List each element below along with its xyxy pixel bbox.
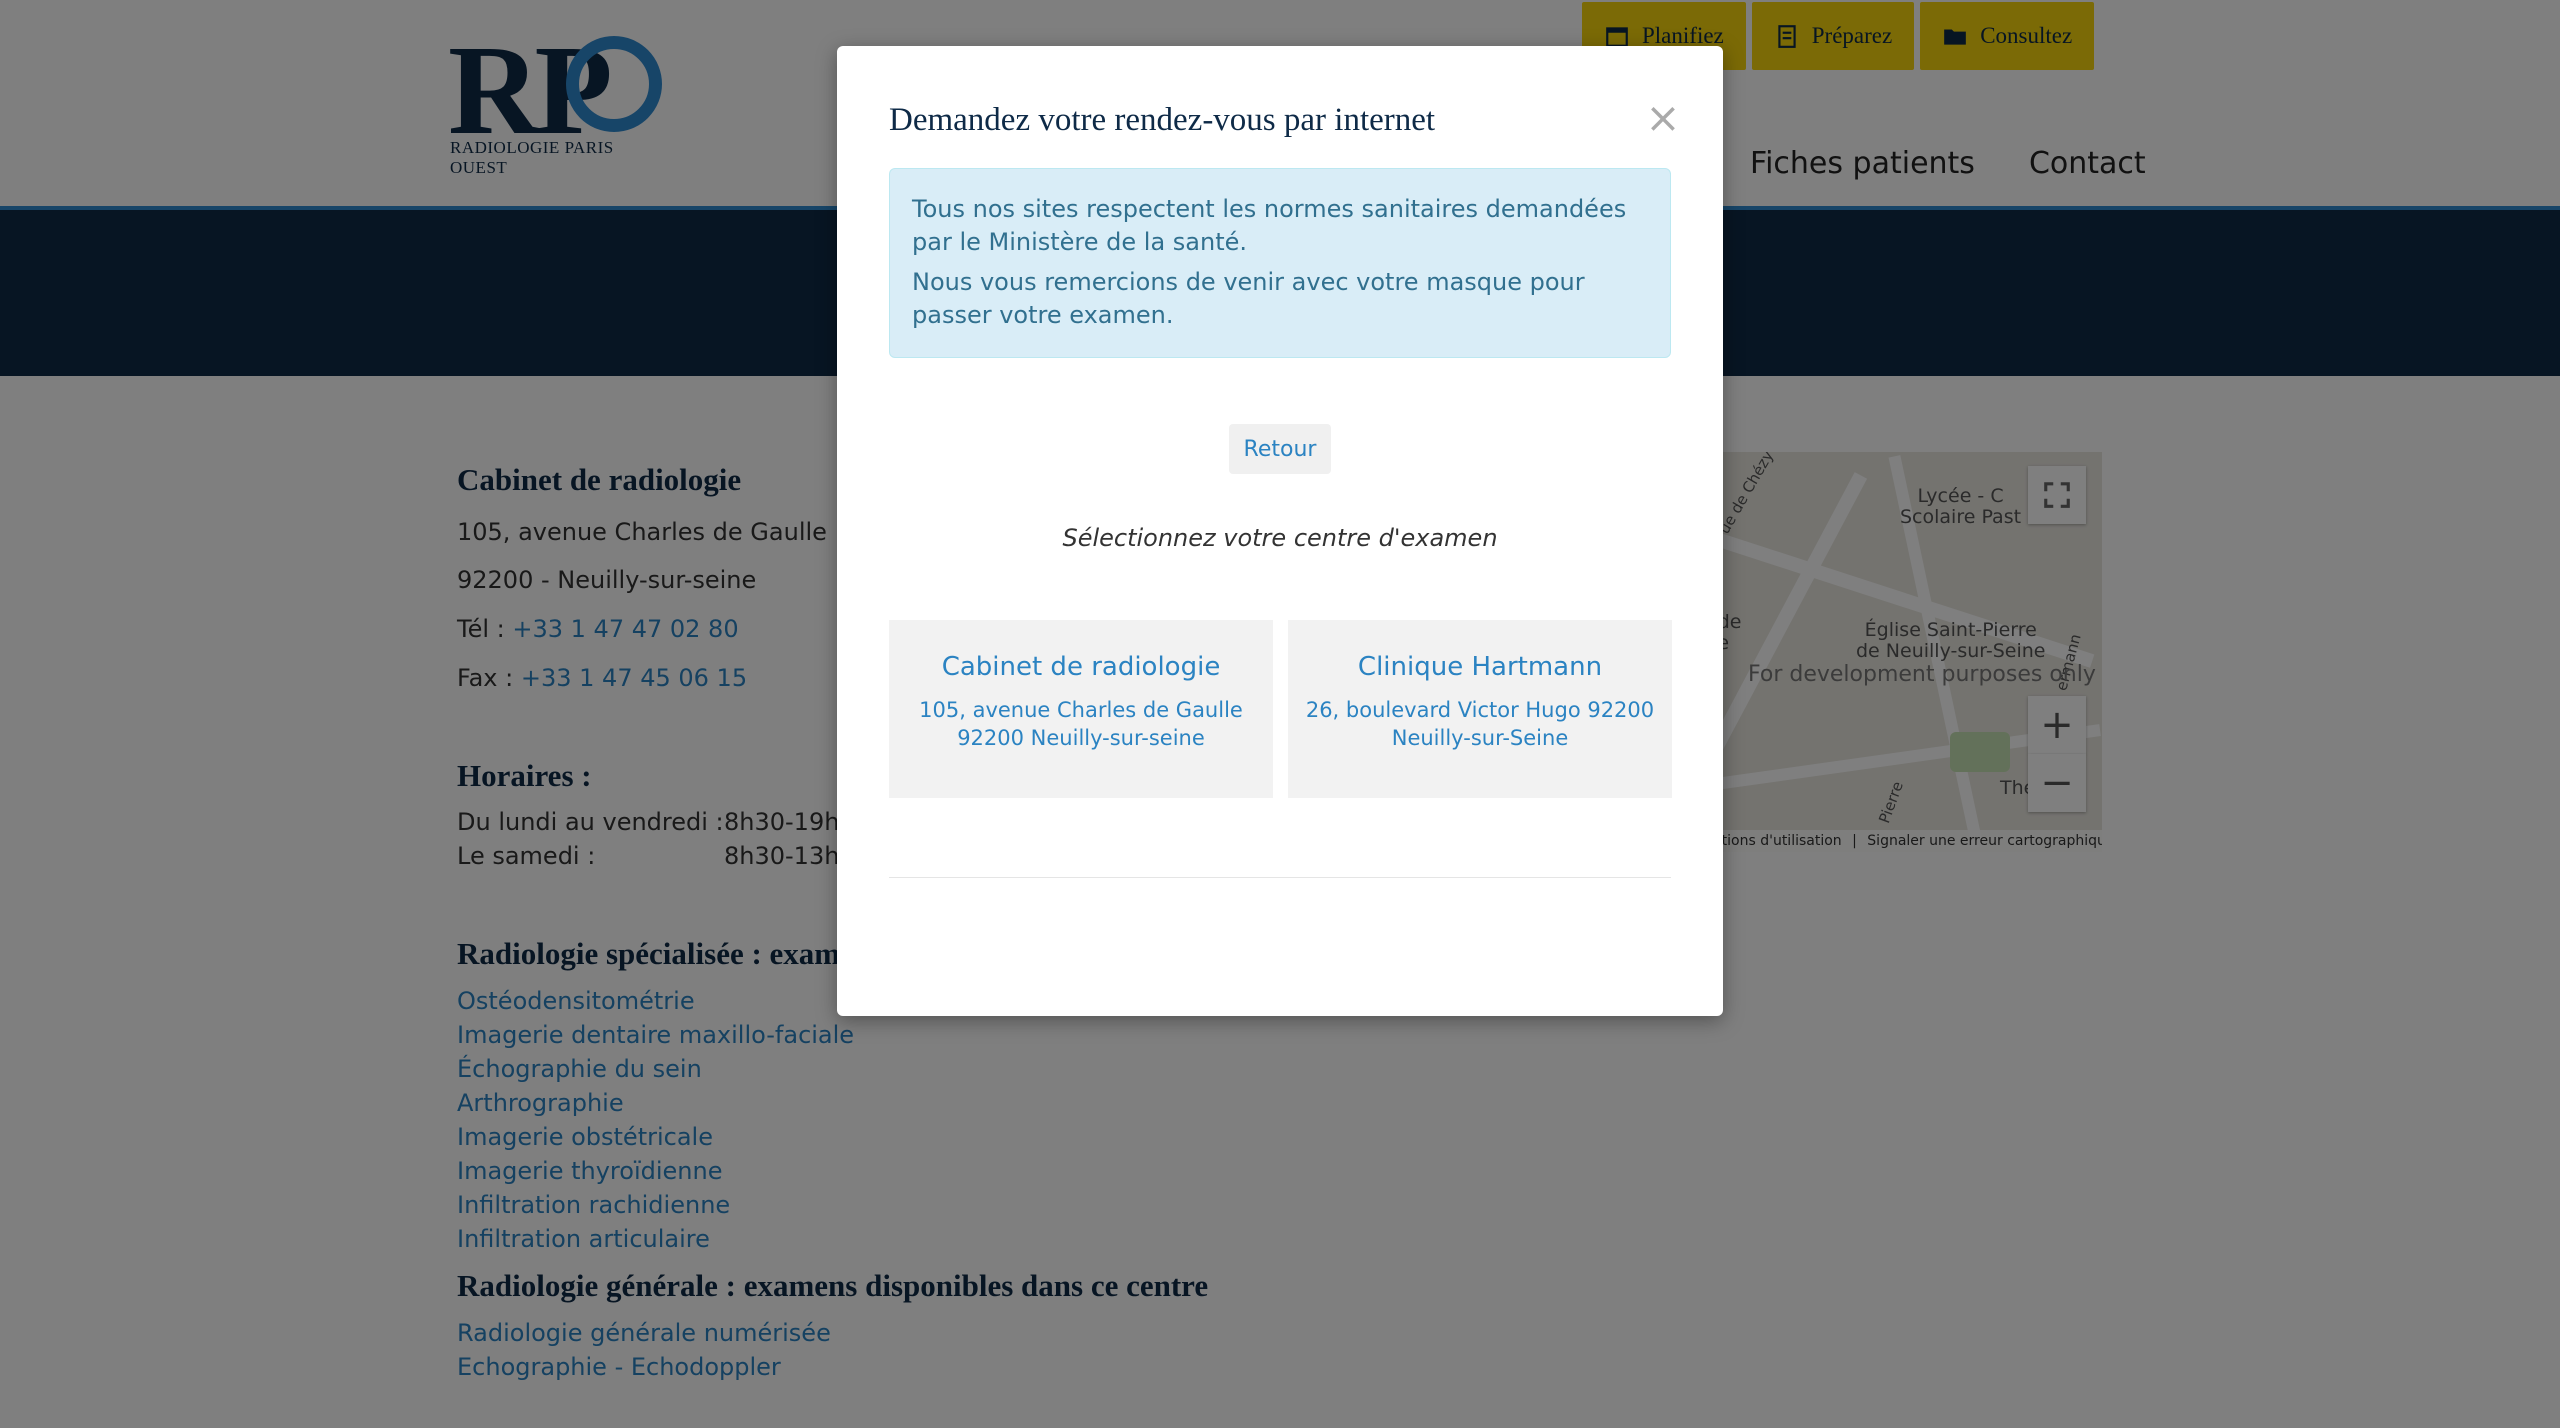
center-name: Clinique Hartmann — [1357, 652, 1603, 682]
health-notice-alert: Tous nos sites respectent les normes san… — [889, 168, 1671, 358]
center-name: Cabinet de radiologie — [941, 652, 1221, 682]
center-address: 105, avenue Charles de Gaulle 92200 Neui… — [919, 698, 1243, 750]
center-address: 26, boulevard Victor Hugo 92200 Neuilly-… — [1305, 698, 1655, 750]
modal-divider — [889, 877, 1671, 878]
select-center-label: Sélectionnez votre centre d'examen — [1062, 524, 1498, 552]
center-card-cabinet[interactable]: Cabinet de radiologie 105, avenue Charle… — [889, 620, 1273, 798]
alert-line-1: Tous nos sites respectent les normes san… — [912, 195, 1627, 256]
modal-title: Demandez votre rendez-vous par internet — [889, 102, 1436, 138]
center-card-hartmann[interactable]: Clinique Hartmann 26, boulevard Victor H… — [1288, 620, 1672, 798]
appointment-modal: Demandez votre rendez-vous par internet … — [837, 46, 1723, 1016]
alert-line-2: Nous vous remercions de venir avec votre… — [912, 268, 1585, 329]
back-button[interactable]: Retour — [1229, 424, 1331, 474]
close-icon[interactable]: × — [1643, 97, 1683, 139]
